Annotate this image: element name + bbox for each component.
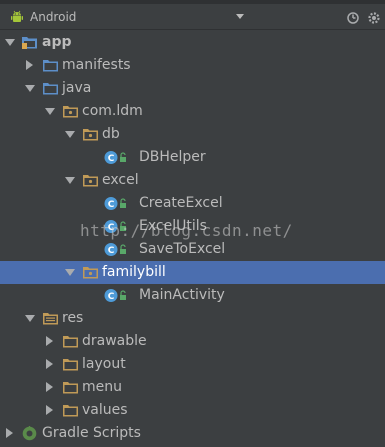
gear-icon[interactable] bbox=[366, 10, 382, 26]
tree-label-java: java bbox=[62, 80, 92, 96]
svg-text:C: C bbox=[108, 246, 115, 256]
tree-row-dbhelper[interactable]: C DBHelper bbox=[0, 146, 385, 169]
project-view-selector[interactable]: Android bbox=[6, 7, 250, 26]
tree-row-savetoexcel[interactable]: C SaveToExcel bbox=[0, 238, 385, 261]
source-folder-icon bbox=[43, 83, 58, 95]
tree-label-manifests: manifests bbox=[62, 57, 131, 73]
android-robot-icon bbox=[11, 10, 23, 22]
tree-row-menu[interactable]: menu bbox=[0, 376, 385, 399]
tree-label-db: db bbox=[102, 126, 120, 142]
expand-arrow-icon[interactable] bbox=[25, 85, 35, 92]
class-icon: C bbox=[104, 220, 126, 233]
package-folder-icon bbox=[63, 106, 78, 118]
tree-label-dbhelper: DBHelper bbox=[139, 149, 206, 165]
folder-icon bbox=[63, 405, 78, 417]
chevron-down-icon bbox=[236, 14, 244, 19]
tree-row-familybill[interactable]: familybill bbox=[0, 261, 385, 284]
tree-label-res: res bbox=[62, 310, 84, 326]
tree-label-drawable: drawable bbox=[82, 333, 147, 349]
class-icon: C bbox=[104, 197, 126, 210]
class-icon: C bbox=[104, 289, 126, 302]
folder-icon bbox=[63, 359, 78, 371]
tree-label-familybill: familybill bbox=[102, 264, 166, 280]
collapse-arrow-icon[interactable] bbox=[46, 405, 53, 415]
module-folder-icon bbox=[22, 37, 37, 49]
tree-row-gradle-scripts[interactable]: Gradle Scripts bbox=[0, 422, 385, 445]
tree-label-mainactivity: MainActivity bbox=[139, 287, 225, 303]
tree-row-com-ldm[interactable]: com.ldm bbox=[0, 100, 385, 123]
tree-label-menu: menu bbox=[82, 379, 122, 395]
tree-label-values: values bbox=[82, 402, 128, 418]
project-panel: Android app manifests java com.ldm db C … bbox=[0, 0, 385, 447]
tree-label-com-ldm: com.ldm bbox=[82, 103, 143, 119]
svg-text:C: C bbox=[108, 292, 115, 302]
collapse-arrow-icon[interactable] bbox=[6, 428, 13, 438]
collapse-arrow-icon[interactable] bbox=[46, 336, 53, 346]
class-icon: C bbox=[104, 151, 126, 164]
collapse-arrow-icon[interactable] bbox=[26, 60, 33, 70]
svg-text:C: C bbox=[108, 200, 115, 210]
tree-row-createexcel[interactable]: C CreateExcel bbox=[0, 192, 385, 215]
tree-row-excelutils[interactable]: C ExcelUtils bbox=[0, 215, 385, 238]
tree-label-savetoexcel: SaveToExcel bbox=[139, 241, 226, 257]
tree-row-res[interactable]: res bbox=[0, 307, 385, 330]
tree-row-layout[interactable]: layout bbox=[0, 353, 385, 376]
tree-label-excelutils: ExcelUtils bbox=[139, 218, 207, 234]
tree-row-mainactivity[interactable]: C MainActivity bbox=[0, 284, 385, 307]
tree-row-java[interactable]: java bbox=[0, 77, 385, 100]
class-icon: C bbox=[104, 243, 126, 256]
tree-label-excel: excel bbox=[102, 172, 139, 188]
expand-arrow-icon[interactable] bbox=[45, 108, 55, 115]
package-folder-icon bbox=[83, 175, 98, 187]
svg-text:C: C bbox=[108, 154, 115, 164]
package-folder-icon bbox=[83, 267, 98, 279]
folder-icon bbox=[43, 60, 58, 72]
expand-arrow-icon[interactable] bbox=[65, 131, 75, 138]
svg-text:C: C bbox=[108, 223, 115, 233]
package-folder-icon bbox=[83, 129, 98, 141]
collapse-arrow-icon[interactable] bbox=[46, 359, 53, 369]
expand-arrow-icon[interactable] bbox=[5, 39, 15, 46]
tree-row-drawable[interactable]: drawable bbox=[0, 330, 385, 353]
project-view-label: Android bbox=[30, 9, 77, 24]
gradle-icon bbox=[22, 426, 37, 441]
sync-icon[interactable] bbox=[345, 10, 361, 26]
project-toolbar: Android bbox=[0, 4, 385, 30]
folder-icon bbox=[63, 336, 78, 348]
expand-arrow-icon[interactable] bbox=[25, 315, 35, 322]
collapse-arrow-icon[interactable] bbox=[46, 382, 53, 392]
tree-row-app[interactable]: app bbox=[0, 31, 385, 54]
tree-row-values[interactable]: values bbox=[0, 399, 385, 422]
resource-folder-icon bbox=[43, 313, 58, 325]
expand-arrow-icon[interactable] bbox=[65, 269, 75, 276]
tree-row-db[interactable]: db bbox=[0, 123, 385, 146]
tree-row-manifests[interactable]: manifests bbox=[0, 54, 385, 77]
tree-label-layout: layout bbox=[82, 356, 126, 372]
tree-label-createexcel: CreateExcel bbox=[139, 195, 223, 211]
tree-label-gradle-scripts: Gradle Scripts bbox=[42, 425, 141, 441]
folder-icon bbox=[63, 382, 78, 394]
expand-arrow-icon[interactable] bbox=[65, 177, 75, 184]
tree-label-app: app bbox=[42, 34, 72, 50]
tree-row-excel[interactable]: excel bbox=[0, 169, 385, 192]
